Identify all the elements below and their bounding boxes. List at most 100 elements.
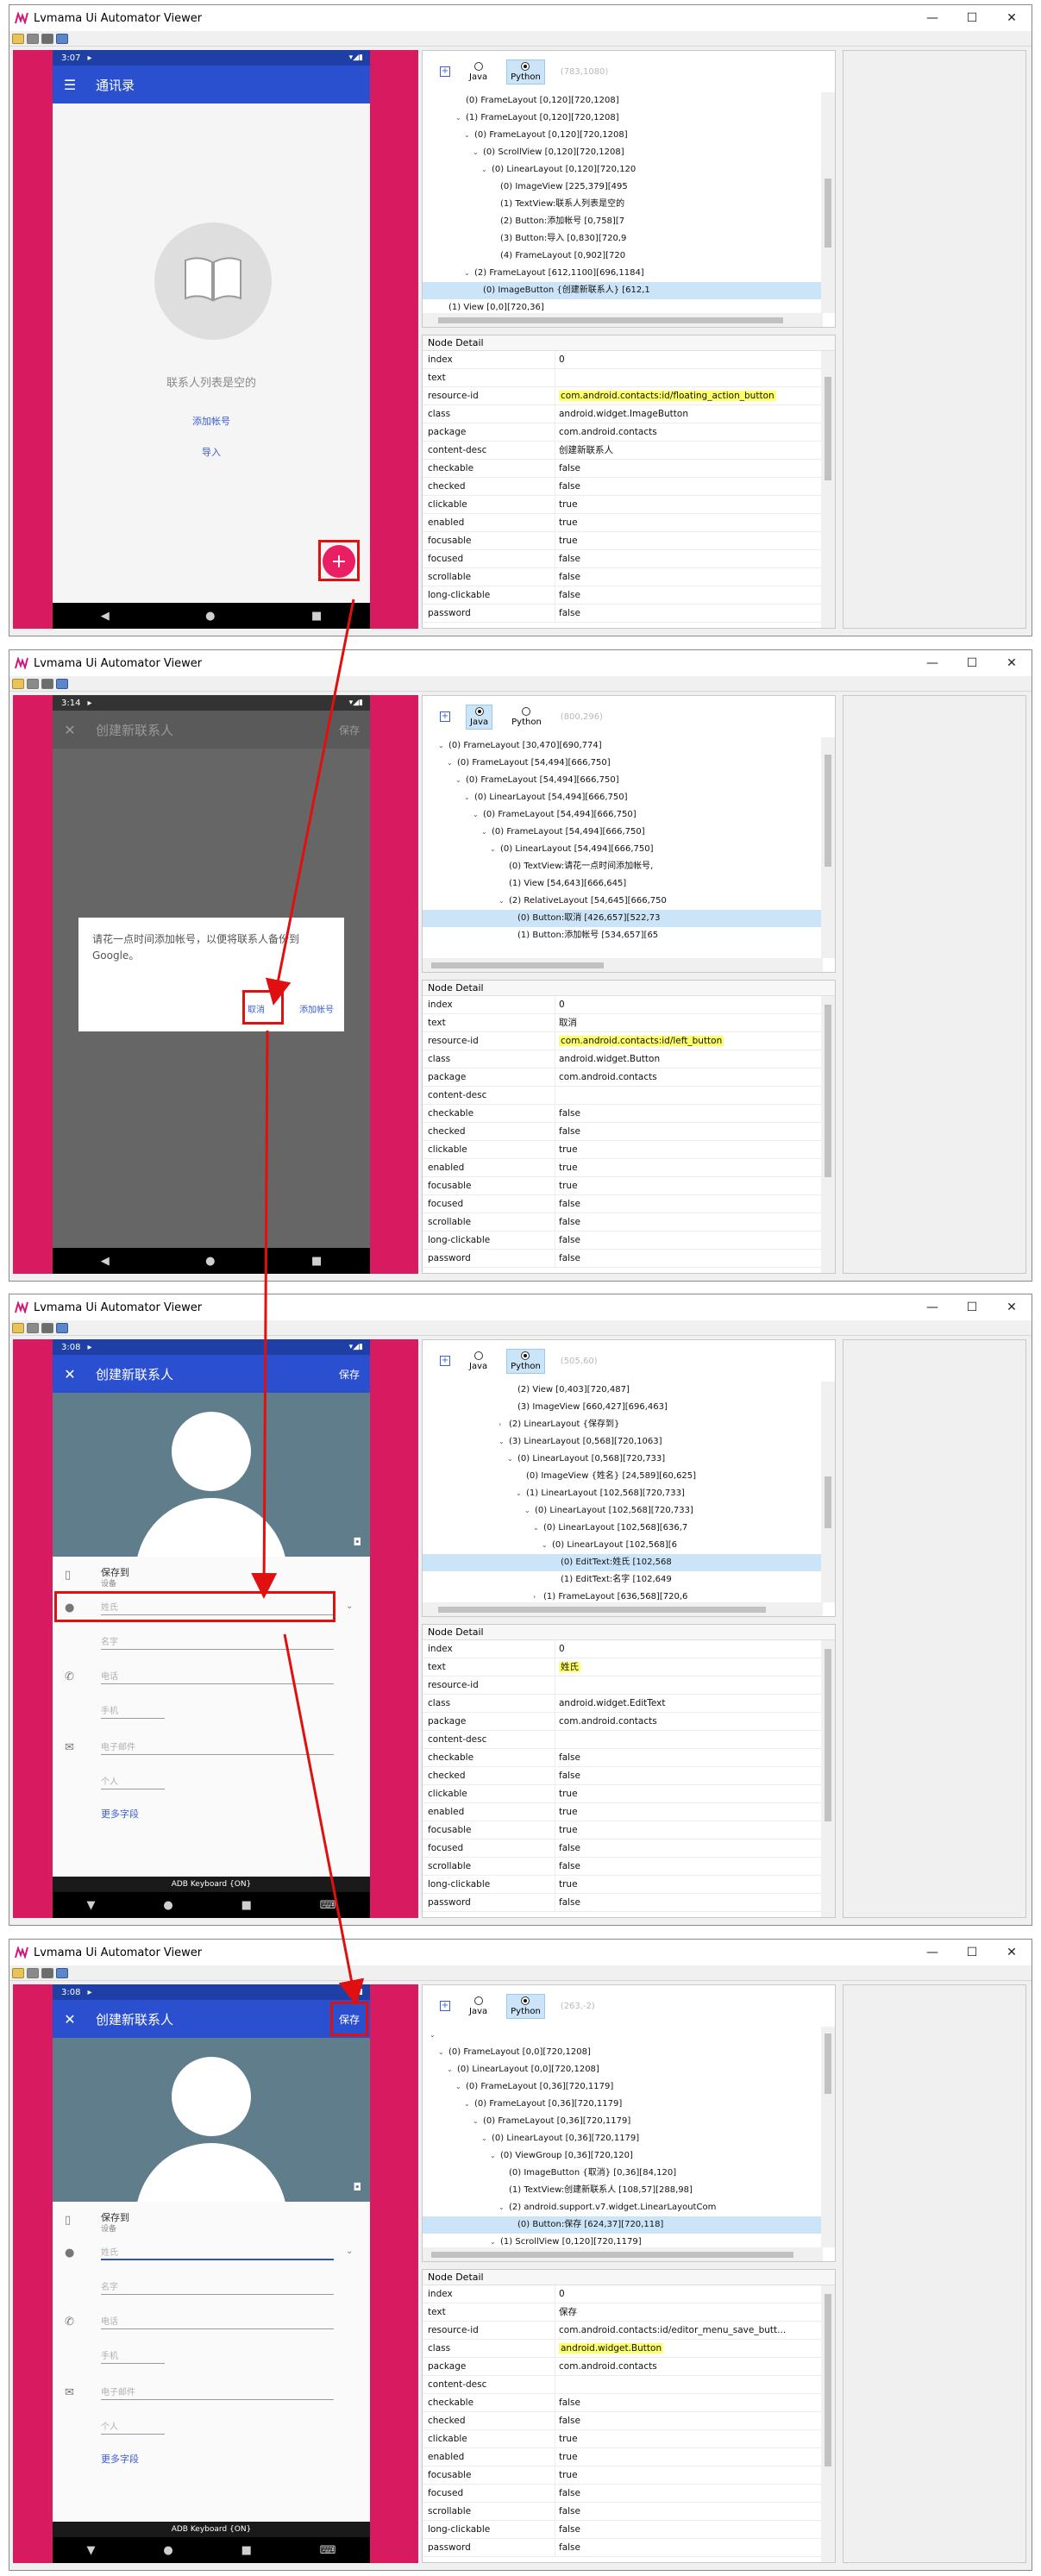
python-option[interactable]: Python [508,705,545,729]
java-option[interactable]: Java [466,60,491,84]
dialog-add-account-button[interactable]: 添加帐号 [299,1002,334,1015]
tree-expander-icon[interactable]: ⌄ [464,2096,474,2113]
tree-node[interactable]: ⌄ (0) LinearLayout [54,494][666,750] [423,841,821,858]
tree-expander-icon[interactable]: ⌄ [464,789,474,806]
tree-expander-icon[interactable]: ⌄ [473,144,483,161]
maximize-button[interactable]: ☐ [952,1946,992,1959]
tree-node[interactable]: ⌄ (0) LinearLayout [0,36][720,1179] [423,2130,821,2147]
tree-expander-icon[interactable]: ⌄ [455,772,466,789]
hierarchy-tree[interactable]: (0) FrameLayout [0,120][720,1208] ⌄ (1) Fr… [423,92,821,313]
tree-expander-icon[interactable]: ⌄ [490,2147,500,2165]
device-screenshot-icon[interactable] [27,1322,39,1333]
hierarchy-tree[interactable]: ⌄ ⌄ (0) FrameLayout [0,0][720,1208] ⌄ (0) Li… [423,2027,821,2247]
phone-type-select[interactable]: 手机 [101,1703,165,1719]
tree-expander-icon[interactable]: ⌄ [464,127,474,144]
recents-icon[interactable]: ■ [311,610,322,623]
compressed-screenshot-icon[interactable] [41,1967,53,1978]
tree-node[interactable]: › (2) LinearLayout {保存到} [423,1416,821,1433]
python-radio[interactable] [521,1351,530,1360]
device-screenshot-icon[interactable] [27,678,39,689]
device-screenshot-icon[interactable] [27,1967,39,1978]
tree-node[interactable]: ⌄ (0) FrameLayout [54,494][666,750] [423,755,821,772]
tree-node[interactable]: (0) TextView:请花一点时间添加帐号, [423,858,821,875]
tree-expander-icon[interactable]: ⌄ [447,755,457,772]
email-type-select[interactable]: 个人 [101,2419,165,2435]
home-icon[interactable]: ● [205,1255,215,1268]
close-button[interactable]: ✕ [992,1301,1032,1314]
tree-node[interactable]: (0) FrameLayout [0,120][720,1208] [423,92,821,110]
expand-all-icon[interactable]: + [440,711,450,722]
java-radio[interactable] [473,1996,483,2005]
tree-vertical-scrollbar[interactable] [821,2027,835,2247]
detail-scrollbar[interactable] [821,351,835,628]
tree-node[interactable]: (0) ImageView {姓名} [24,589][60,625] [423,1468,821,1485]
tree-node[interactable]: (1) View [0,0][720,36] [423,299,821,313]
close-button[interactable]: ✕ [992,11,1032,25]
java-option[interactable]: Java [466,704,493,730]
chevron-down-icon[interactable]: ⌄ [346,1601,353,1611]
tree-node[interactable]: ⌄ (2) FrameLayout [612,1100][696,1184] [423,265,821,282]
minimize-button[interactable]: — [912,656,952,670]
tree-expander-icon[interactable]: ⌄ [481,161,492,179]
save-icon[interactable] [56,33,68,44]
tree-expander-icon[interactable]: ⌄ [481,2130,492,2147]
close-icon[interactable]: ✕ [53,1366,87,1382]
python-radio[interactable] [521,61,530,71]
tree-node[interactable]: ⌄ (0) ViewGroup [0,36][720,120] [423,2147,821,2165]
contact-photo[interactable]: ◘ [53,1393,370,1557]
tree-node[interactable]: ⌄ (0) FrameLayout [0,36][720,1179] [423,2096,821,2113]
tree-node[interactable]: ⌄ (1) ScrollView [0,120][720,1179] [423,2234,821,2247]
import-link[interactable]: 导入 [53,445,370,459]
tree-node[interactable]: ⌄ (0) FrameLayout [0,0][720,1208] [423,2044,821,2061]
tree-node[interactable]: ⌄ (2) RelativeLayout [54,645][666,750 [423,893,821,910]
tree-node[interactable]: ⌄ (1) LinearLayout [102,568][720,733] [423,1485,821,1502]
tree-expander-icon[interactable]: ⌄ [455,110,466,127]
tree-node[interactable]: ⌄ (0) FrameLayout [54,494][666,750] [423,772,821,789]
email-field[interactable]: 电子邮件 [101,2381,334,2400]
tree-node[interactable]: (0) Button:取消 [426,657][522,73 [423,910,821,927]
compressed-screenshot-icon[interactable] [41,1322,53,1333]
java-radio[interactable] [474,706,484,716]
tree-node[interactable]: (1) TextView:创建新联系人 [108,57][288,98] [423,2182,821,2199]
python-option[interactable]: Python [506,1348,545,1374]
recents-icon[interactable]: ■ [241,2544,252,2557]
tree-expander-icon[interactable]: ⌄ [438,737,448,755]
contact-photo[interactable]: ◘ [53,2038,370,2202]
tree-horizontal-scrollbar[interactable] [423,2247,823,2261]
tree-node[interactable]: ⌄ (0) FrameLayout [0,36][720,1179] [423,2113,821,2130]
minimize-button[interactable]: — [912,1301,952,1314]
tree-node[interactable]: (1) View [54,643][666,645] [423,875,821,893]
tree-node[interactable]: ⌄ (1) FrameLayout [0,120][720,1208] [423,110,821,127]
email-field[interactable]: 电子邮件 [101,1736,334,1755]
tree-expander-icon[interactable]: ⌄ [499,1433,509,1451]
save-icon[interactable] [56,1967,68,1978]
add-account-link[interactable]: 添加帐号 [53,414,370,428]
tree-expander-icon[interactable]: ⌄ [430,2027,440,2044]
chevron-down-icon[interactable]: ⌄ [346,2247,353,2256]
tree-expander-icon[interactable]: ⌄ [516,1485,526,1502]
tree-node[interactable]: (3) Button:导入 [0,830][720,9 [423,230,821,248]
home-icon[interactable]: ● [163,1899,172,1912]
tree-expander-icon[interactable]: ⌄ [455,2078,466,2096]
maximize-button[interactable]: ☐ [952,11,992,25]
tree-node[interactable]: ⌄ (0) FrameLayout [0,36][720,1179] [423,2078,821,2096]
close-icon[interactable]: ✕ [53,722,87,738]
tree-node[interactable]: ⌄ (0) LinearLayout [54,494][666,750] [423,789,821,806]
hierarchy-tree[interactable]: ⌄ (0) FrameLayout [30,470][690,774] ⌄ (0) F… [423,737,821,958]
phone-type-select[interactable]: 手机 [101,2348,165,2364]
camera-icon[interactable]: ◘ [354,1536,362,1548]
first-name-field[interactable]: 名字 [101,1631,334,1650]
tree-expander-icon[interactable]: › [533,1589,543,1602]
tree-horizontal-scrollbar[interactable] [423,1602,823,1616]
tree-node[interactable]: ⌄ (0) FrameLayout [30,470][690,774] [423,737,821,755]
keyboard-icon[interactable]: ⌨ [320,2544,336,2557]
tree-expander-icon[interactable]: ⌄ [438,2044,448,2061]
tree-horizontal-scrollbar[interactable] [423,313,823,327]
expand-all-icon[interactable]: + [440,66,450,77]
tree-expander-icon[interactable]: ⌄ [481,824,492,841]
email-type-select[interactable]: 个人 [101,1774,165,1789]
save-action[interactable]: 保存 [339,1367,370,1382]
save-action[interactable]: 保存 [339,723,370,737]
camera-icon[interactable]: ◘ [354,2181,362,2193]
compressed-screenshot-icon[interactable] [41,33,53,44]
